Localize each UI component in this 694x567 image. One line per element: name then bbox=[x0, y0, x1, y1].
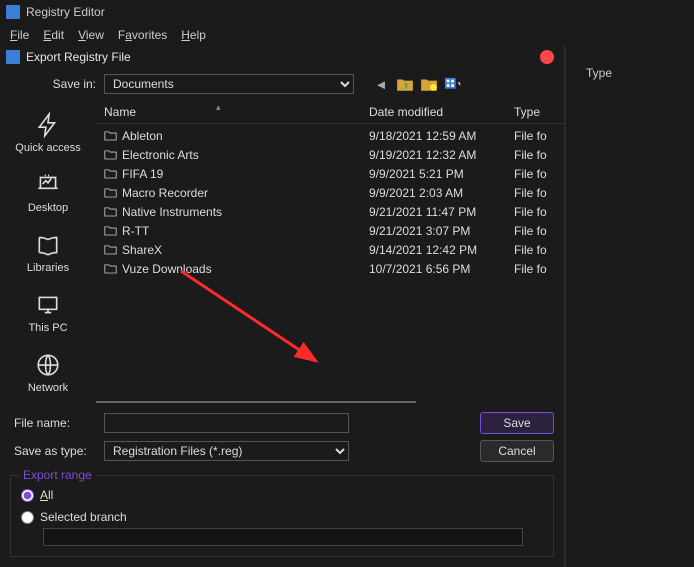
main-area: Export Registry File Save in: Documents … bbox=[0, 46, 694, 567]
regedit-icon bbox=[6, 50, 20, 64]
col-type[interactable]: Type bbox=[506, 105, 564, 119]
radio-selected-branch[interactable]: Selected branch bbox=[21, 506, 543, 528]
table-row[interactable]: FIFA 199/9/2021 5:21 PMFile fo bbox=[96, 164, 564, 183]
file-name-input[interactable] bbox=[104, 413, 349, 433]
col-date[interactable]: Date modified bbox=[361, 105, 506, 119]
save-in-label: Save in: bbox=[10, 77, 96, 91]
col-name[interactable]: Name ▴ bbox=[96, 105, 361, 119]
dialog-title: Export Registry File bbox=[26, 50, 131, 64]
app-title: Registry Editor bbox=[26, 5, 105, 19]
form-rows: File name: Save Save as type: Registrati… bbox=[0, 405, 564, 475]
export-dialog: Export Registry File Save in: Documents … bbox=[0, 46, 565, 567]
place-libraries[interactable]: Libraries bbox=[8, 226, 88, 280]
list-header: Name ▴ Date modified Type bbox=[96, 100, 564, 124]
menubar: File Edit View Favorites Help bbox=[0, 24, 694, 46]
save-type-select[interactable]: Registration Files (*.reg) bbox=[104, 441, 349, 461]
menu-favorites[interactable]: Favorites bbox=[118, 28, 167, 42]
back-icon[interactable]: ◄ bbox=[372, 76, 390, 92]
table-row[interactable]: Electronic Arts9/19/2021 12:32 AMFile fo bbox=[96, 145, 564, 164]
titlebar: Registry Editor bbox=[0, 0, 694, 24]
menu-file[interactable]: File bbox=[10, 28, 29, 42]
file-list: Name ▴ Date modified Type Ableton9/18/20… bbox=[96, 100, 564, 405]
save-type-label: Save as type: bbox=[10, 444, 96, 458]
menu-edit[interactable]: Edit bbox=[43, 28, 64, 42]
place-network[interactable]: Network bbox=[8, 346, 88, 400]
save-in-row: Save in: Documents ◄ bbox=[0, 68, 564, 100]
dialog-titlebar: Export Registry File bbox=[0, 46, 564, 68]
radio-all[interactable]: All bbox=[21, 484, 543, 506]
right-pane: Type bbox=[565, 46, 694, 567]
place-desktop[interactable]: Desktop bbox=[8, 166, 88, 220]
places-sidebar: Quick access Desktop Libraries This PC bbox=[0, 100, 96, 405]
view-menu-icon[interactable] bbox=[444, 76, 462, 92]
table-row[interactable]: Ableton9/18/2021 12:59 AMFile fo bbox=[96, 126, 564, 145]
separator bbox=[96, 401, 564, 403]
save-button[interactable]: Save bbox=[480, 412, 554, 434]
table-row[interactable]: ShareX9/14/2021 12:42 PMFile fo bbox=[96, 240, 564, 259]
cancel-button[interactable]: Cancel bbox=[480, 440, 554, 462]
export-range-legend: Export range bbox=[19, 468, 96, 482]
record-indicator-icon bbox=[540, 50, 554, 64]
file-rows[interactable]: Ableton9/18/2021 12:59 AMFile foElectron… bbox=[96, 124, 564, 395]
regedit-icon bbox=[6, 5, 20, 19]
table-row[interactable]: Vuze Downloads10/7/2021 6:56 PMFile fo bbox=[96, 259, 564, 278]
nav-icons: ◄ bbox=[372, 76, 462, 92]
up-folder-icon[interactable] bbox=[396, 76, 414, 92]
sort-asc-icon: ▴ bbox=[216, 102, 221, 113]
menu-view[interactable]: View bbox=[78, 28, 104, 42]
branch-path-input[interactable] bbox=[43, 528, 523, 546]
radio-selected-input[interactable] bbox=[21, 511, 34, 524]
registry-editor-window: Registry Editor File Edit View Favorites… bbox=[0, 0, 694, 567]
table-row[interactable]: Macro Recorder9/9/2021 2:03 AMFile fo bbox=[96, 183, 564, 202]
file-browser: Quick access Desktop Libraries This PC bbox=[0, 100, 564, 405]
file-name-label: File name: bbox=[10, 416, 96, 430]
radio-all-input[interactable] bbox=[21, 489, 34, 502]
place-this-pc[interactable]: This PC bbox=[8, 286, 88, 340]
right-col-type[interactable]: Type bbox=[586, 66, 684, 80]
place-quick-access[interactable]: Quick access bbox=[8, 106, 88, 160]
table-row[interactable]: R-TT9/21/2021 3:07 PMFile fo bbox=[96, 221, 564, 240]
save-in-select[interactable]: Documents bbox=[104, 74, 354, 94]
table-row[interactable]: Native Instruments9/21/2021 11:47 PMFile… bbox=[96, 202, 564, 221]
new-folder-icon[interactable] bbox=[420, 76, 438, 92]
menu-help[interactable]: Help bbox=[181, 28, 206, 42]
export-range-group: Export range All Selected branch bbox=[10, 475, 554, 557]
